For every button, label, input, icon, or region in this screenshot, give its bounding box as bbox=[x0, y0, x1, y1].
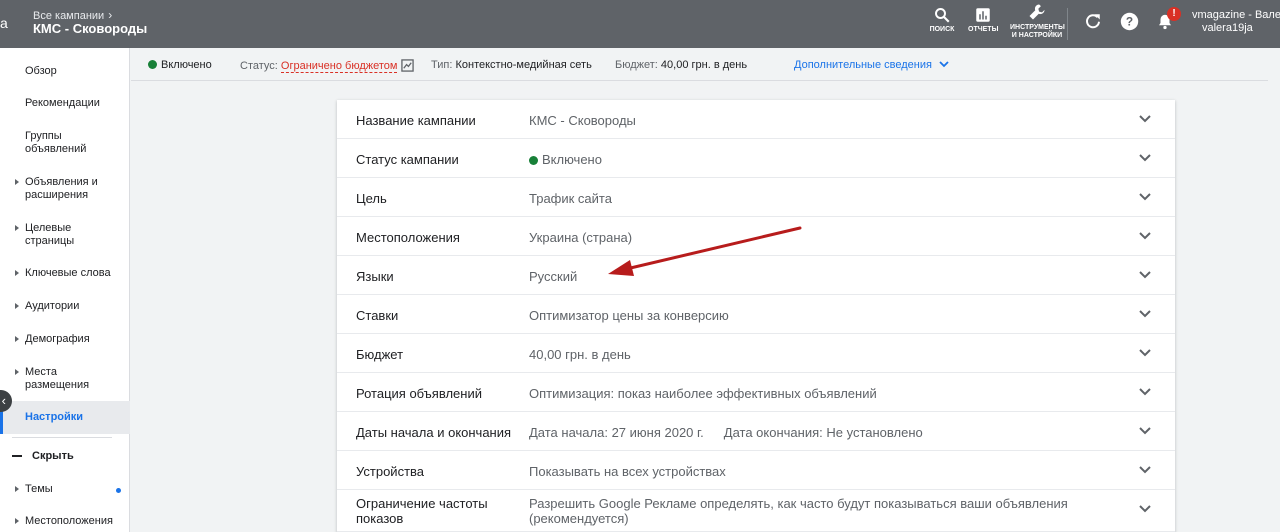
refresh-icon[interactable] bbox=[1084, 12, 1102, 30]
help-icon[interactable]: ? bbox=[1120, 12, 1139, 31]
chevron-down-icon bbox=[1139, 505, 1151, 513]
search-label: ПОИСК bbox=[929, 26, 955, 33]
settings-row-ad-rotation[interactable]: Ротация объявлений Оптимизация: показ на… bbox=[337, 373, 1175, 412]
minus-icon bbox=[12, 455, 22, 458]
search-button[interactable]: ПОИСК bbox=[928, 6, 956, 34]
enabled-status[interactable]: Включено bbox=[148, 59, 212, 71]
expand-triangle-icon bbox=[15, 225, 19, 231]
sidebar-item-recommendations[interactable]: Рекомендации bbox=[0, 97, 130, 110]
settings-row-campaign-name[interactable]: Название кампании КМС - Сковороды bbox=[337, 100, 1175, 139]
notification-badge: ! bbox=[1167, 7, 1181, 21]
sidebar-item-demographics[interactable]: Демография bbox=[0, 333, 130, 346]
chevron-down-icon bbox=[1139, 310, 1151, 318]
sidebar-divider bbox=[12, 437, 112, 438]
end-date: Дата окончания: Не установлено bbox=[723, 425, 923, 440]
sidebar-item-keywords[interactable]: Ключевые слова bbox=[0, 267, 130, 280]
chevron-right-icon: › bbox=[108, 8, 113, 22]
sidebar-item-ad-groups[interactable]: Группы объявлений bbox=[0, 130, 130, 156]
chevron-down-icon bbox=[1139, 154, 1151, 162]
chevron-down-icon bbox=[1139, 466, 1151, 474]
expand-triangle-icon bbox=[15, 270, 19, 276]
budget-info: Бюджет: 40,00 грн. в день bbox=[615, 59, 748, 71]
chevron-down-icon bbox=[1139, 388, 1151, 396]
expand-triangle-icon bbox=[15, 369, 19, 375]
new-dot-icon bbox=[116, 488, 121, 493]
scrollbar-track[interactable] bbox=[1268, 48, 1280, 532]
chevron-down-icon bbox=[939, 61, 949, 68]
settings-row-goal[interactable]: Цель Трафик сайта bbox=[337, 178, 1175, 217]
campaign-status-bar: Включено Статус: Ограничено бюджетом Тип… bbox=[131, 48, 1280, 81]
sidebar-item-placements[interactable]: Места размещения bbox=[0, 366, 130, 392]
status-limited-link[interactable]: Ограничено бюджетом bbox=[280, 60, 398, 73]
breadcrumb[interactable]: Все кампании › bbox=[33, 8, 112, 22]
expand-triangle-icon bbox=[15, 336, 19, 342]
status-info: Статус: Ограничено бюджетом bbox=[240, 59, 415, 73]
tools-label-line2: И НАСТРОЙКИ bbox=[1011, 32, 1063, 39]
settings-row-frequency-capping[interactable]: Ограничение частоты показов Разрешить Go… bbox=[337, 490, 1175, 532]
search-icon bbox=[935, 8, 950, 23]
sidebar-item-topics[interactable]: Темы bbox=[0, 483, 130, 496]
account-email: valera19ja bbox=[1202, 22, 1253, 34]
logo-fragment: a bbox=[0, 15, 8, 31]
tools-settings-button[interactable]: ИНСТРУМЕНТЫ И НАСТРОЙКИ bbox=[1010, 2, 1065, 40]
enabled-dot-icon bbox=[529, 156, 538, 165]
settings-row-campaign-status[interactable]: Статус кампании Включено bbox=[337, 139, 1175, 178]
sidebar-item-audiences[interactable]: Аудитории bbox=[0, 300, 130, 313]
sidebar-item-ads-extensions[interactable]: Объявления и расширения bbox=[0, 176, 130, 202]
chevron-down-icon bbox=[1139, 427, 1151, 435]
type-value: Контекстно-медийная сеть bbox=[455, 59, 592, 71]
wrench-icon bbox=[1029, 4, 1045, 20]
sidebar-item-locations[interactable]: Местоположения bbox=[0, 515, 130, 528]
settings-row-start-end-dates[interactable]: Даты начала и окончания Дата начала: 27 … bbox=[337, 412, 1175, 451]
expand-triangle-icon bbox=[15, 518, 19, 524]
chevron-down-icon bbox=[1139, 349, 1151, 357]
reports-icon bbox=[976, 8, 990, 22]
chevron-down-icon bbox=[1139, 232, 1151, 240]
chevron-down-icon bbox=[1139, 271, 1151, 279]
hide-button[interactable]: Скрыть bbox=[12, 450, 74, 462]
start-date: Дата начала: 27 июня 2020 г. bbox=[529, 425, 704, 440]
expand-triangle-icon bbox=[15, 179, 19, 185]
svg-text:?: ? bbox=[1126, 14, 1133, 28]
settings-row-devices[interactable]: Устройства Показывать на всех устройства… bbox=[337, 451, 1175, 490]
top-bar: a Все кампании › КМС - Сковороды ПОИСК ОТ… bbox=[0, 0, 1280, 48]
chart-icon[interactable] bbox=[401, 59, 415, 72]
settings-row-bidding[interactable]: Ставки Оптимизатор цены за конверсию bbox=[337, 295, 1175, 334]
expand-triangle-icon bbox=[15, 486, 19, 492]
settings-row-budget[interactable]: Бюджет 40,00 грн. в день bbox=[337, 334, 1175, 373]
annotation-arrow-icon bbox=[608, 226, 802, 276]
account-name: vmagazine - Валери bbox=[1192, 9, 1280, 21]
chevron-down-icon bbox=[1139, 115, 1151, 123]
sidebar-item-settings[interactable]: Настройки bbox=[0, 401, 130, 434]
enabled-dot-icon bbox=[148, 60, 157, 69]
expand-triangle-icon bbox=[15, 303, 19, 309]
more-info-link[interactable]: Дополнительные сведения bbox=[794, 59, 950, 71]
status-label: Статус: bbox=[240, 60, 278, 72]
campaign-settings-card: Название кампании КМС - Сковороды Статус… bbox=[337, 100, 1175, 532]
sidebar-item-overview[interactable]: Обзор bbox=[0, 65, 130, 78]
toolbar-divider bbox=[1067, 8, 1068, 40]
sidebar-nav: Обзор Рекомендации Группы объявлений Объя… bbox=[0, 48, 130, 532]
sidebar-item-landing-pages[interactable]: Целевые страницы bbox=[0, 222, 130, 248]
type-info: Тип: Контекстно-медийная сеть bbox=[431, 59, 592, 71]
tools-label-line1: ИНСТРУМЕНТЫ bbox=[1010, 24, 1065, 31]
account-info[interactable]: vmagazine - Валери valera19ja bbox=[1192, 9, 1280, 35]
chevron-left-icon: ‹ bbox=[1, 393, 6, 408]
reports-button[interactable]: ОТЧЕТЫ bbox=[968, 6, 998, 34]
campaign-title: КМС - Сковороды bbox=[33, 21, 148, 36]
reports-label: ОТЧЕТЫ bbox=[968, 26, 999, 33]
budget-value: 40,00 грн. в день bbox=[660, 59, 748, 71]
chevron-down-icon bbox=[1139, 193, 1151, 201]
